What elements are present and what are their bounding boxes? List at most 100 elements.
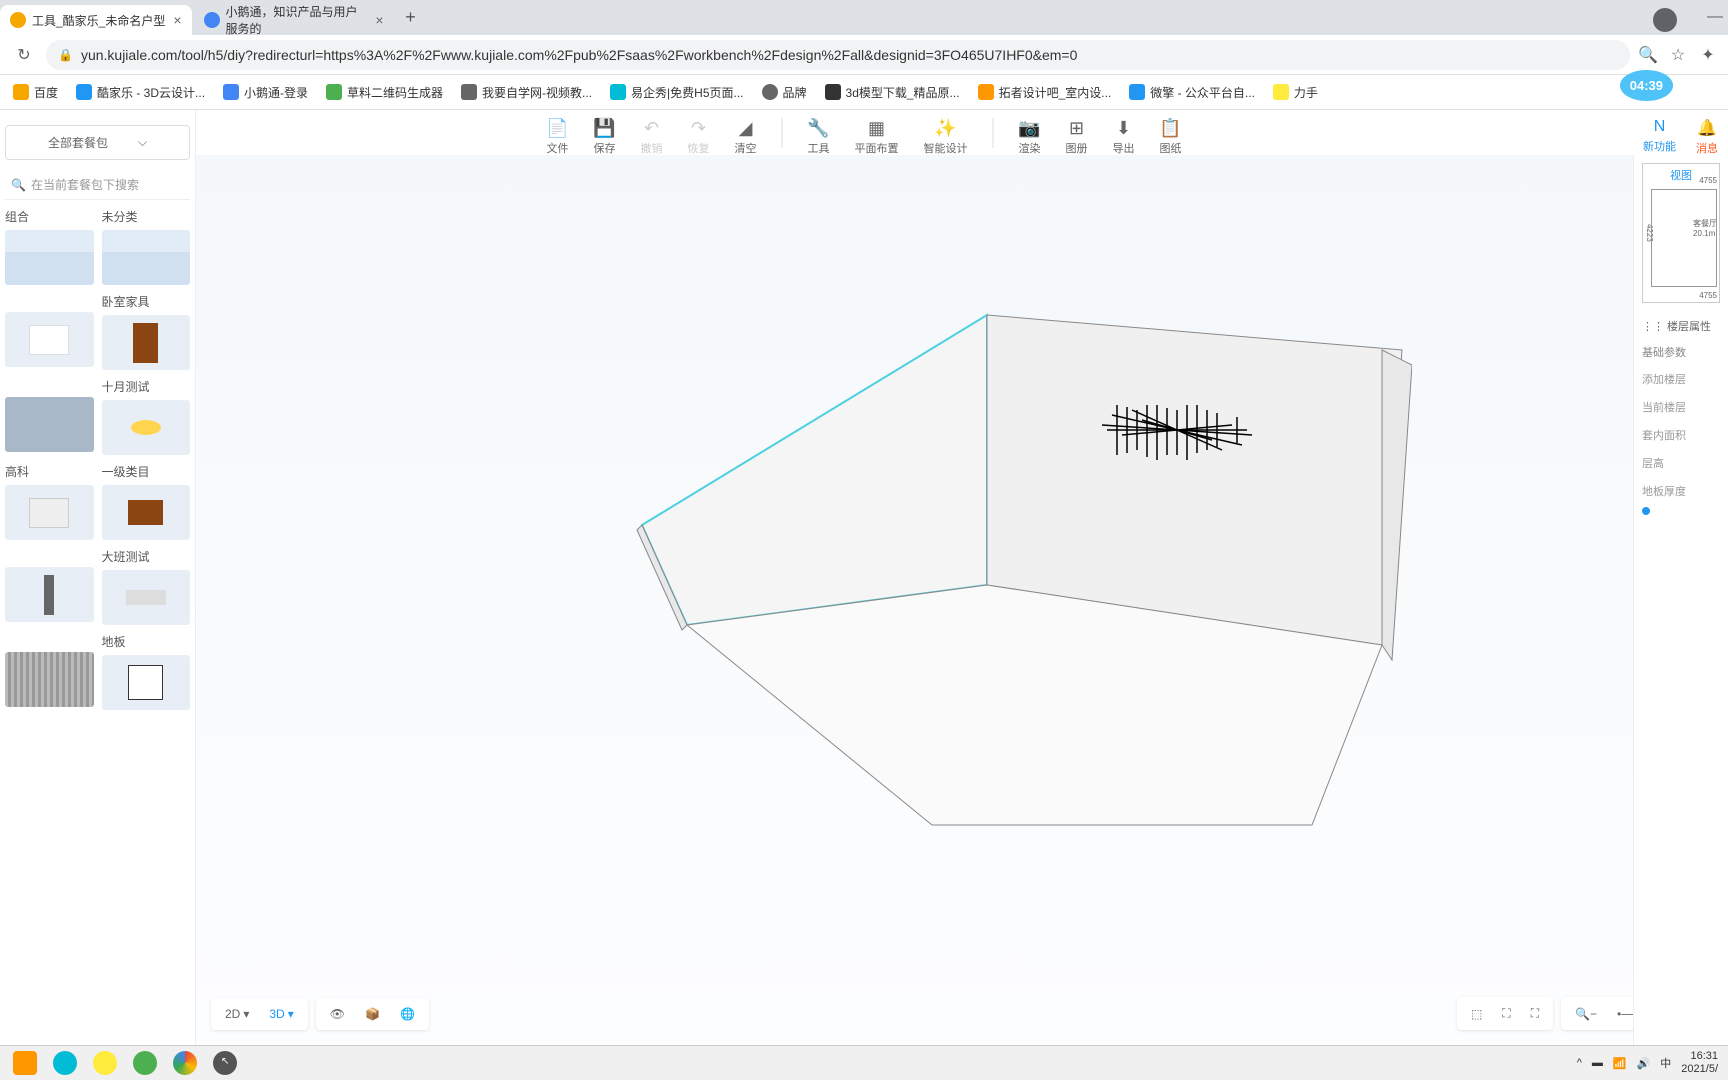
zoom-out-button[interactable]: 🔍− bbox=[1565, 1001, 1607, 1026]
minimize-icon[interactable]: ― bbox=[1707, 8, 1723, 32]
taskbar-wechat[interactable] bbox=[125, 1048, 165, 1078]
taskbar-app[interactable] bbox=[45, 1048, 85, 1078]
search-input[interactable]: 🔍 在当前套餐包下搜索 bbox=[5, 170, 190, 200]
floor-height-item[interactable]: 层高 bbox=[1642, 449, 1720, 477]
render-button[interactable]: 📷渲染 bbox=[1019, 118, 1041, 156]
floor-thickness-item[interactable]: 地板厚度 bbox=[1642, 477, 1720, 505]
floor-props-header[interactable]: ⋮⋮楼层属性 bbox=[1642, 313, 1720, 339]
add-floor-item[interactable]: 添加楼层 bbox=[1642, 365, 1720, 393]
plan-thumb bbox=[128, 665, 163, 700]
eye-icon: 👁 bbox=[330, 1007, 345, 1021]
bookmark-icon bbox=[762, 84, 778, 100]
category-item[interactable] bbox=[5, 293, 94, 370]
document-icon: 📋 bbox=[1161, 118, 1181, 138]
close-icon[interactable]: × bbox=[375, 12, 383, 28]
right-panel: 视图 4755 4755 4223 客餐厅 20.1m ⋮⋮楼层属性 基础参数 … bbox=[1633, 155, 1728, 1045]
cursor-icon: ↖ bbox=[221, 1056, 229, 1067]
close-icon[interactable]: × bbox=[173, 12, 181, 28]
folder-icon bbox=[5, 230, 94, 285]
export-button[interactable]: ⬇导出 bbox=[1113, 118, 1135, 156]
browser-tab-active[interactable]: 工具_酷家乐_未命名户型 × bbox=[0, 5, 192, 35]
bookmark-item[interactable]: 小鹅通-登录 bbox=[215, 80, 316, 105]
category-item[interactable] bbox=[5, 548, 94, 625]
redo-button[interactable]: ↷恢复 bbox=[688, 118, 710, 156]
drawings-button[interactable]: 📋图纸 bbox=[1160, 118, 1182, 156]
profile-icon[interactable] bbox=[1653, 8, 1677, 32]
taskbar-chrome[interactable] bbox=[165, 1048, 205, 1078]
bookmark-icon bbox=[610, 84, 626, 100]
category-daban-test[interactable]: 大班测试 bbox=[102, 548, 191, 625]
slider-handle[interactable] bbox=[1642, 507, 1650, 515]
bookmark-item[interactable]: 力手 bbox=[1265, 80, 1326, 105]
3d-view-button[interactable]: 3D▾ bbox=[259, 1002, 303, 1026]
bookmark-icon bbox=[1273, 84, 1289, 100]
gallery-button[interactable]: ⊞图册 bbox=[1066, 118, 1088, 156]
tray-chevron-icon[interactable]: ^ bbox=[1577, 1057, 1582, 1069]
minimap[interactable]: 视图 4755 4755 4223 客餐厅 20.1m bbox=[1642, 163, 1720, 303]
undo-icon: ↶ bbox=[642, 118, 662, 138]
category-gaoke[interactable]: 高科 bbox=[5, 463, 94, 540]
category-combo[interactable]: 组合 bbox=[5, 208, 94, 285]
camera-icon: 📷 bbox=[1020, 118, 1040, 138]
snap-button[interactable]: ⬚ bbox=[1461, 1001, 1492, 1026]
star-icon[interactable]: ☆ bbox=[1668, 45, 1688, 65]
bookmark-item[interactable]: 微擎 - 公众平台自... bbox=[1121, 80, 1263, 105]
bookmark-item[interactable]: 草料二维码生成器 bbox=[318, 80, 451, 105]
category-bedroom[interactable]: 卧室家具 bbox=[102, 293, 191, 370]
taskbar-app-active[interactable]: ↖ bbox=[205, 1048, 245, 1078]
file-button[interactable]: 📄文件 bbox=[547, 118, 569, 156]
package-dropdown[interactable]: 全部套餐包 ⌵ bbox=[5, 125, 190, 160]
sofa-thumb bbox=[126, 590, 166, 605]
frame-button[interactable]: ⛶ bbox=[1492, 1001, 1520, 1026]
new-tab-button[interactable]: + bbox=[396, 3, 426, 33]
save-button[interactable]: 💾保存 bbox=[594, 118, 616, 156]
bookmark-item[interactable]: 品牌 bbox=[754, 80, 815, 105]
bookmark-item[interactable]: 我要自学网-视频教... bbox=[453, 80, 600, 105]
bookmark-icon bbox=[1129, 84, 1145, 100]
bookmark-item[interactable]: 易企秀|免费H5页面... bbox=[602, 80, 751, 105]
layout-button[interactable]: ▦平面布置 bbox=[855, 118, 899, 156]
zoom-icon[interactable]: 🔍 bbox=[1638, 45, 1658, 65]
tools-button[interactable]: 🔧工具 bbox=[808, 118, 830, 156]
bookmark-item[interactable]: 拓者设计吧_室内设... bbox=[970, 80, 1120, 105]
bookmark-item[interactable]: 3d模型下载_精品原... bbox=[817, 80, 968, 105]
ime-indicator[interactable]: 中 bbox=[1660, 1055, 1671, 1071]
wifi-icon[interactable]: 📶 bbox=[1613, 1057, 1627, 1070]
globe-toggle[interactable]: 🌐 bbox=[390, 1002, 425, 1026]
category-item[interactable] bbox=[5, 633, 94, 710]
category-item[interactable] bbox=[5, 378, 94, 455]
box-toggle[interactable]: 📦 bbox=[355, 1002, 390, 1026]
new-features-button[interactable]: N新功能 bbox=[1643, 118, 1676, 156]
bookmark-item[interactable]: 酷家乐 - 3D云设计... bbox=[68, 80, 213, 105]
undo-button[interactable]: ↶撤销 bbox=[641, 118, 663, 156]
messages-button[interactable]: 🔔消息 bbox=[1696, 118, 1718, 156]
category-uncategorized[interactable]: 未分类 bbox=[102, 208, 191, 285]
chevron-down-icon: ⌵ bbox=[138, 135, 147, 150]
system-tray: ^ ▬ 📶 🔊 中 16:31 2021/5/ bbox=[1577, 1050, 1723, 1076]
url-input[interactable]: 🔒 yun.kujiale.com/tool/h5/diy?redirectur… bbox=[46, 40, 1630, 70]
current-floor-item[interactable]: 当前楼层 bbox=[1642, 393, 1720, 421]
volume-icon[interactable]: 🔊 bbox=[1637, 1057, 1651, 1070]
category-floor[interactable]: 地板 bbox=[102, 633, 191, 710]
clear-button[interactable]: ◢清空 bbox=[735, 118, 757, 156]
fullscreen-button[interactable]: ⛶ bbox=[1521, 1001, 1549, 1026]
smart-design-button[interactable]: ✨智能设计 bbox=[924, 118, 968, 156]
category-level-one[interactable]: 一级类目 bbox=[102, 463, 191, 540]
3d-canvas[interactable]: © 酷家乐版权所有 2D▾ 3D▾ 👁 📦 🌐 ⬚ ⛶ ⛶ 🔍− •─── 🔍+ bbox=[196, 155, 1728, 1045]
2d-view-button[interactable]: 2D▾ bbox=[215, 1002, 259, 1026]
visibility-toggle[interactable]: 👁 bbox=[320, 1002, 355, 1026]
browser-tab-inactive[interactable]: 小鹅通，知识产品与用户服务的 × bbox=[194, 5, 394, 35]
tab-favicon bbox=[204, 12, 220, 28]
category-october-test[interactable]: 十月测试 bbox=[102, 378, 191, 455]
inner-area-item[interactable]: 套内面积 bbox=[1642, 421, 1720, 449]
battery-icon[interactable]: ▬ bbox=[1592, 1057, 1603, 1069]
address-bar-row: ↻ 🔒 yun.kujiale.com/tool/h5/diy?redirect… bbox=[0, 35, 1728, 75]
reload-button[interactable]: ↻ bbox=[10, 41, 38, 69]
extensions-icon[interactable]: ✦ bbox=[1698, 45, 1718, 65]
taskbar-app[interactable] bbox=[85, 1048, 125, 1078]
bookmark-item[interactable]: 百度 bbox=[5, 80, 66, 105]
taskbar-app[interactable] bbox=[5, 1048, 45, 1078]
globe-icon: 🌐 bbox=[400, 1007, 415, 1021]
bookmark-icon bbox=[223, 84, 239, 100]
bookmarks-bar: 百度 酷家乐 - 3D云设计... 小鹅通-登录 草料二维码生成器 我要自学网-… bbox=[0, 75, 1728, 110]
